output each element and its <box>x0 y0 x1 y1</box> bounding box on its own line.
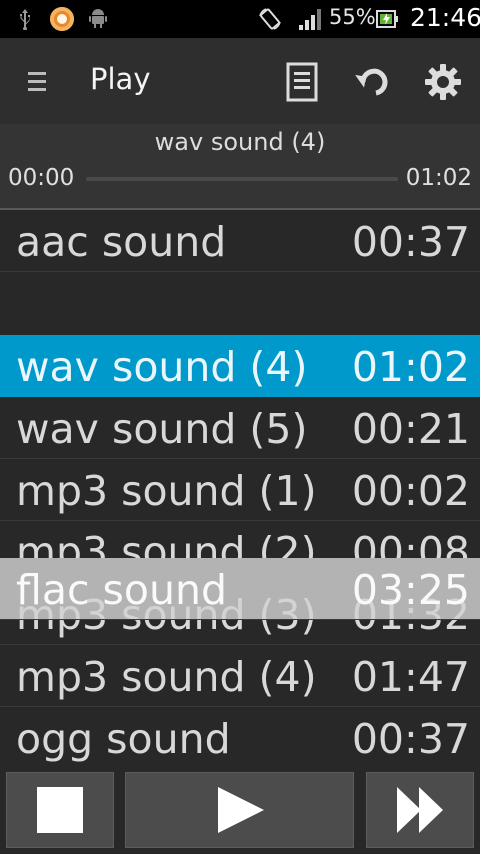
list-item[interactable]: mp3 sound (4) 01:47 <box>0 645 480 707</box>
playlist-icon[interactable] <box>280 60 324 104</box>
track-name: wav sound (4) <box>16 343 308 391</box>
total-duration: 01:02 <box>405 165 472 191</box>
settings-gear-icon[interactable] <box>421 60 465 104</box>
drawer-menu-icon[interactable] <box>28 70 46 94</box>
track-duration: 00:37 <box>351 715 470 763</box>
screen-rotation-icon <box>259 8 281 30</box>
track-name: mp3 sound (1) <box>16 467 317 515</box>
track-duration: 03:25 <box>351 566 470 614</box>
usb-icon <box>20 9 30 30</box>
signal-icon <box>299 9 321 30</box>
fast-forward-button[interactable] <box>366 772 474 848</box>
clock: 21:46 <box>410 3 480 32</box>
android-icon <box>89 9 107 28</box>
list-item[interactable]: aac sound 00:37 <box>0 210 480 272</box>
track-name: aac sound <box>16 218 227 266</box>
track-duration: 01:47 <box>351 653 470 701</box>
fast-forward-icon <box>397 787 443 833</box>
playback-controls <box>0 770 480 854</box>
list-item-playing[interactable]: wav sound (4) 01:02 <box>0 335 480 397</box>
seek-bar[interactable] <box>86 177 398 181</box>
action-bar: Play <box>0 38 480 124</box>
play-button[interactable] <box>125 772 354 848</box>
undo-icon[interactable] <box>350 60 394 104</box>
track-duration: 00:02 <box>351 467 470 515</box>
track-name: mp3 sound (4) <box>16 653 317 701</box>
track-name: ogg sound <box>16 715 231 763</box>
stop-icon <box>37 787 83 833</box>
battery-icon <box>376 10 398 28</box>
app-notification-icon <box>50 7 74 31</box>
track-name: wav sound (5) <box>16 405 308 453</box>
track-duration: 00:37 <box>351 218 470 266</box>
track-name: flac sound <box>16 566 227 614</box>
stop-button[interactable] <box>6 772 114 848</box>
now-playing-title: wav sound (4) <box>154 128 326 156</box>
track-duration: 01:02 <box>351 343 470 391</box>
battery-percent: 55% <box>329 5 376 29</box>
page-title: Play <box>90 62 151 96</box>
track-name: mp3 sound (2) <box>16 528 317 558</box>
now-playing-panel: wav sound (4) 00:00 01:02 <box>0 124 480 208</box>
play-icon <box>218 787 264 833</box>
list-item[interactable]: mp3 sound (1) 00:02 <box>0 459 480 521</box>
list-item-partial[interactable]: mp3 sound (2) 00:08 <box>0 520 480 558</box>
track-duration: 00:08 <box>351 528 470 558</box>
track-duration: 00:21 <box>351 405 470 453</box>
list-item[interactable]: wav sound (5) 00:21 <box>0 397 480 459</box>
current-time: 00:00 <box>8 165 75 191</box>
dragged-list-item[interactable]: flac sound 03:25 <box>0 558 480 620</box>
list-item[interactable]: mp3 sound (2) 00:08 <box>0 520 480 558</box>
status-bar: 55% 21:46 <box>0 0 480 38</box>
drop-placeholder <box>0 272 480 334</box>
list-item[interactable]: ogg sound 00:37 <box>0 707 480 769</box>
